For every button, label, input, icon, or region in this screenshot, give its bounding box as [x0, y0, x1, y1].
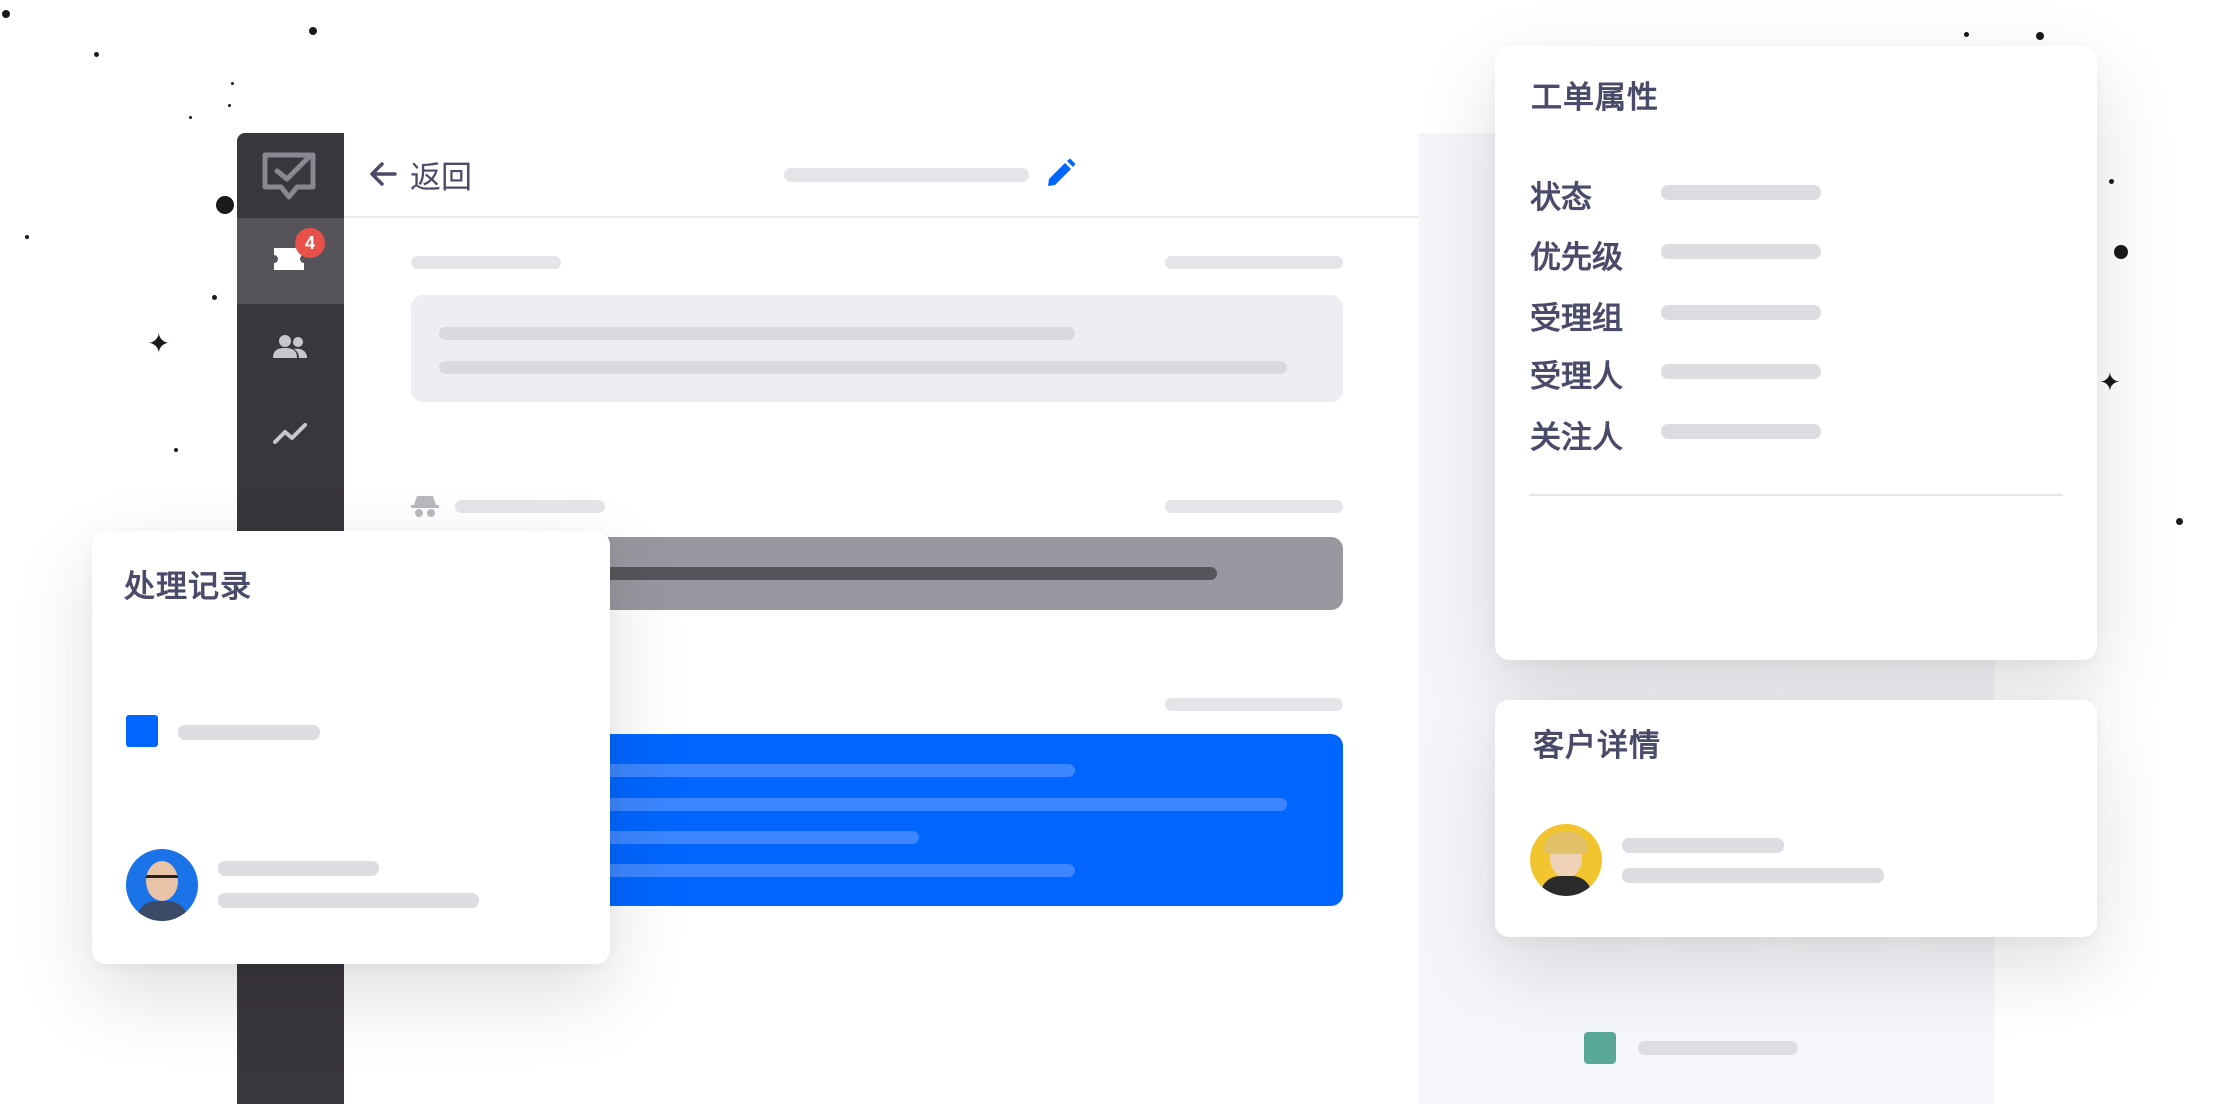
users-icon: [273, 335, 307, 358]
agent-avatar[interactable]: [126, 849, 198, 921]
back-label: 返回: [410, 159, 472, 195]
header-divider: [344, 216, 1418, 218]
notification-badge: 4: [295, 228, 325, 258]
prop-status-label: 状态: [1530, 180, 1592, 215]
sidebar-item-analytics[interactable]: [237, 390, 344, 476]
decor-dot: [2, 10, 10, 18]
prop-assignee-value[interactable]: [1661, 364, 1821, 379]
message-text-line: [439, 327, 1075, 340]
decor-dot: [228, 104, 231, 107]
decor-dot: [94, 52, 99, 57]
decor-dot: [216, 196, 234, 214]
pencil-icon: [1048, 158, 1076, 186]
sidebar-item-tickets[interactable]: 4: [237, 218, 344, 304]
processing-records-card: 处理记录: [92, 531, 610, 964]
arrow-left-icon: [370, 162, 397, 186]
incognito-icon: [411, 496, 439, 517]
decor-dot: [25, 235, 29, 239]
decor-dot: [2176, 518, 2183, 525]
decor-sparkle: ✦: [2099, 368, 2121, 398]
decor-dot: [309, 27, 317, 35]
logo[interactable]: [261, 151, 317, 201]
prop-priority-value[interactable]: [1661, 244, 1821, 259]
prop-status-value[interactable]: [1661, 185, 1821, 200]
record-author-placeholder: [218, 861, 379, 876]
prop-priority-label: 优先级: [1530, 240, 1623, 275]
avatar-hair: [1544, 832, 1588, 854]
prop-group-label: 受理组: [1530, 301, 1623, 336]
note-meta-placeholder: [455, 500, 605, 513]
decor-dot: [189, 116, 192, 119]
ticket-title-placeholder: [784, 168, 1029, 182]
decor-dot: [231, 82, 234, 85]
processing-records-title: 处理记录: [124, 569, 252, 604]
customer-avatar[interactable]: [1530, 824, 1602, 896]
prop-followers-label: 关注人: [1530, 420, 1623, 455]
customer-name-placeholder: [1622, 838, 1784, 853]
message-text-line: [439, 361, 1287, 374]
customer-details-card: 客户详情: [1495, 700, 2097, 937]
reply-time-placeholder: [1165, 698, 1343, 711]
record-detail-placeholder: [218, 893, 479, 908]
avatar-face: [146, 861, 178, 901]
decor-dot: [212, 295, 217, 300]
customer-info-placeholder: [1622, 868, 1884, 883]
trend-chart-icon: [273, 423, 307, 444]
prop-followers-value[interactable]: [1661, 424, 1821, 439]
sidebar-item-customers[interactable]: [237, 304, 344, 390]
prop-group-value[interactable]: [1661, 305, 1821, 320]
record-text-placeholder: [178, 725, 320, 740]
back-button[interactable]: 返回: [368, 154, 472, 195]
avatar-shirt: [1540, 876, 1592, 896]
decor-dot: [2036, 32, 2044, 40]
avatar-shirt: [136, 901, 188, 921]
message-meta-placeholder: [411, 256, 561, 269]
avatar-glasses: [146, 875, 178, 881]
record-type-icon: [126, 715, 158, 747]
message-bubble: [411, 295, 1343, 402]
prop-assignee-label: 受理人: [1530, 359, 1623, 394]
decor-sparkle: ✦: [147, 327, 171, 360]
customer-details-title: 客户详情: [1533, 728, 1661, 763]
decor-dot: [1964, 32, 1969, 37]
extra-attribute-icon: [1584, 1032, 1616, 1064]
note-time-placeholder: [1165, 500, 1343, 513]
ticket-properties-title: 工单属性: [1531, 80, 1659, 115]
decor-dot: [174, 448, 178, 452]
message-check-icon: [262, 152, 316, 200]
message-time-placeholder: [1165, 256, 1343, 269]
decor-dot: [2109, 179, 2114, 184]
properties-divider: [1529, 494, 2063, 496]
decor-dot: [2114, 245, 2128, 259]
extra-attribute-placeholder: [1638, 1041, 1798, 1055]
edit-title-button[interactable]: [1044, 158, 1076, 190]
ticket-properties-card: 工单属性 状态 优先级 受理组 受理人 关注人: [1495, 46, 2097, 660]
